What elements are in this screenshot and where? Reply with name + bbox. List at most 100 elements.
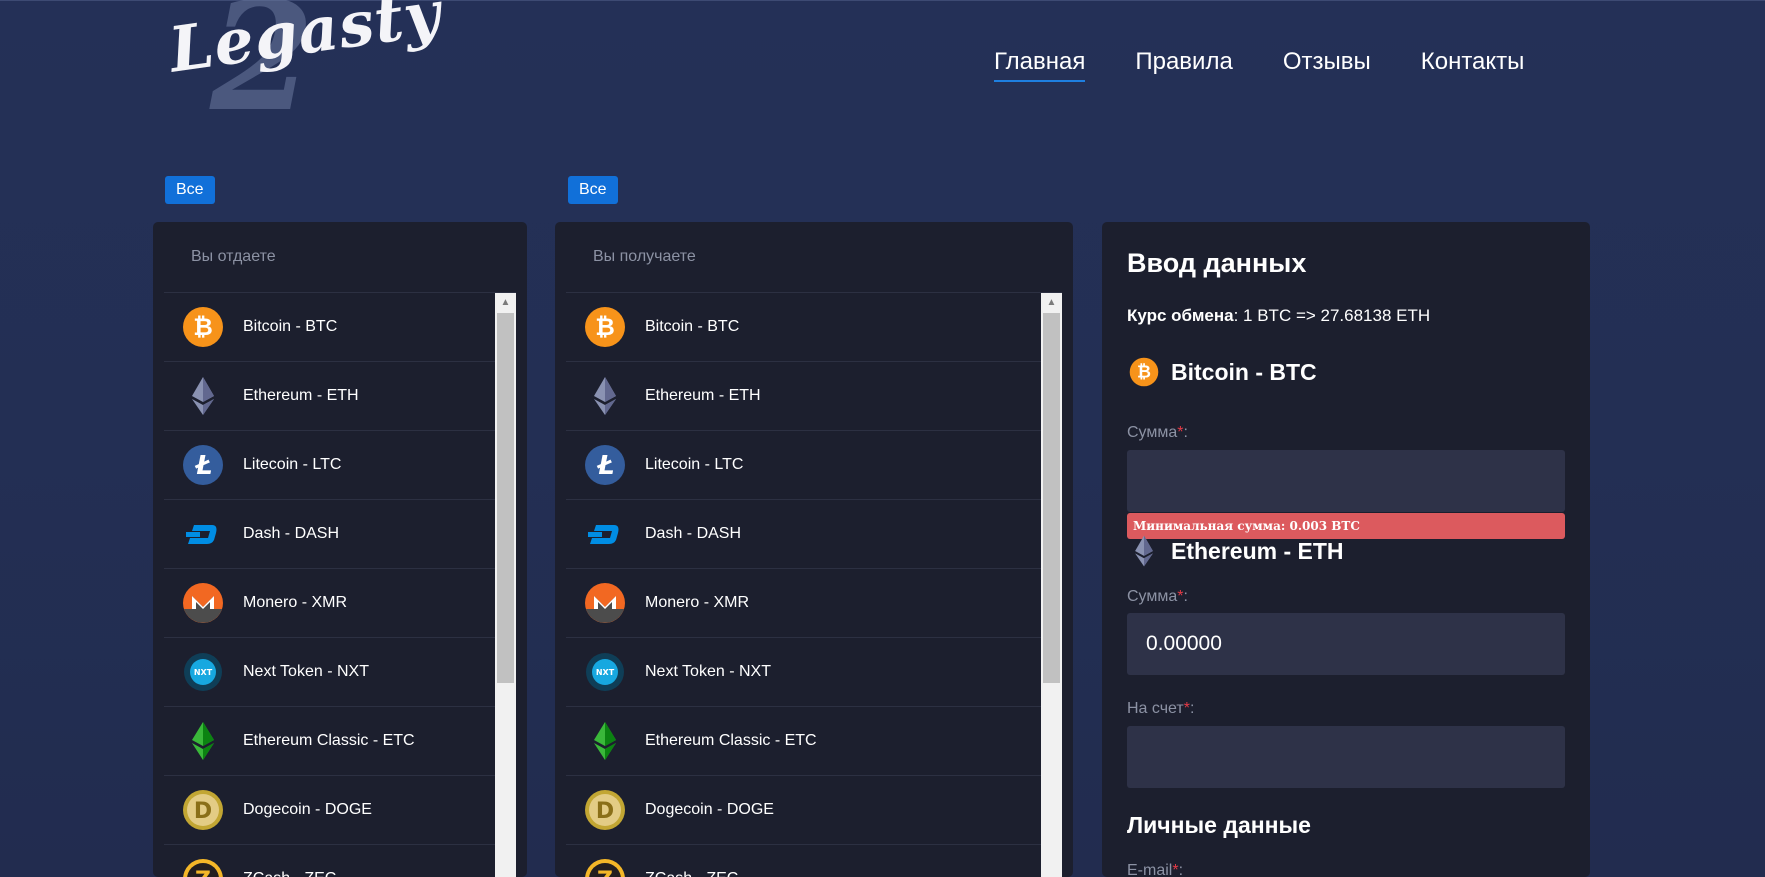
svg-text:Ƶ: Ƶ bbox=[597, 868, 613, 877]
bitcoin-icon: ₿ bbox=[584, 306, 626, 348]
get-list-scroll-thumb[interactable] bbox=[1043, 313, 1060, 683]
svg-text:NXT: NXT bbox=[194, 668, 213, 677]
bitcoin-icon: ₿ bbox=[1127, 355, 1161, 389]
give-coin-row[interactable]: Ƶ ZCash - ZEC bbox=[164, 845, 495, 877]
label-colon: : bbox=[1183, 588, 1188, 605]
coin-label: Litecoin - LTC bbox=[243, 456, 342, 473]
coin-label: Dogecoin - DOGE bbox=[645, 801, 774, 818]
svg-text:₿: ₿ bbox=[193, 313, 213, 341]
get-amount-label-text: Сумма bbox=[1127, 588, 1178, 605]
give-coin-list-viewport: ₿ Bitcoin - BTC Ethereum - ETH Ł Litecoin - … bbox=[164, 293, 516, 877]
coin-label: Litecoin - LTC bbox=[645, 456, 744, 473]
label-colon: : bbox=[1178, 862, 1184, 877]
account-input[interactable] bbox=[1127, 726, 1565, 788]
get-currency-name: Ethereum - ETH bbox=[1171, 537, 1344, 564]
coin-label: Ethereum - ETH bbox=[243, 387, 359, 404]
scroll-up-arrow-icon[interactable]: ▲ bbox=[1041, 295, 1062, 311]
get-panel: Вы получаете ₿ Bitcoin - BTC Ethereum - ET… bbox=[555, 222, 1073, 877]
give-coin-list: ₿ Bitcoin - BTC Ethereum - ETH Ł Litecoin - … bbox=[164, 293, 495, 877]
coin-label: ZCash - ZEC bbox=[645, 870, 738, 877]
ethereum-icon bbox=[182, 375, 224, 417]
email-label-text: E-mail bbox=[1127, 862, 1173, 877]
svg-text:D: D bbox=[194, 799, 212, 824]
coin-label: Monero - XMR bbox=[645, 594, 750, 611]
give-coin-row[interactable]: Ethereum - ETH bbox=[164, 362, 495, 431]
coin-label: Ethereum - ETH bbox=[645, 387, 761, 404]
get-coin-row[interactable]: NXT Next Token - NXT bbox=[566, 638, 1041, 707]
nav-item-contacts[interactable]: Контакты bbox=[1421, 48, 1525, 82]
svg-text:NXT: NXT bbox=[596, 668, 615, 677]
form-title: Ввод данных bbox=[1127, 248, 1307, 278]
account-label: На счет*: bbox=[1127, 700, 1194, 718]
get-coin-row[interactable]: Ƶ ZCash - ZEC bbox=[566, 845, 1041, 877]
main-nav: Главная Правила Отзывы Контакты bbox=[994, 48, 1574, 82]
svg-text:₿: ₿ bbox=[595, 313, 615, 341]
exchange-rate-value: : 1 BTC => 27.68138 ETH bbox=[1233, 306, 1431, 325]
give-coin-row[interactable]: Ł Litecoin - LTC bbox=[164, 431, 495, 500]
ethereum-classic-icon bbox=[182, 720, 224, 762]
coin-label: Monero - XMR bbox=[243, 594, 348, 611]
get-list-scrollbar[interactable]: ▲ bbox=[1041, 293, 1062, 877]
get-coin-row[interactable]: Dash - DASH bbox=[566, 500, 1041, 569]
get-coin-row[interactable]: Monero - XMR bbox=[566, 569, 1041, 638]
give-coin-row[interactable]: Ethereum Classic - ETC bbox=[164, 707, 495, 776]
get-amount-input[interactable] bbox=[1127, 613, 1565, 675]
nxt-icon: NXT bbox=[584, 651, 626, 693]
give-filter-all-button[interactable]: Все bbox=[165, 176, 215, 204]
give-amount-input[interactable] bbox=[1127, 450, 1565, 512]
litecoin-icon: Ł bbox=[584, 444, 626, 486]
svg-text:D: D bbox=[596, 799, 614, 824]
give-amount-label-text: Сумма bbox=[1127, 424, 1178, 441]
monero-icon bbox=[182, 582, 224, 624]
give-list-scroll-thumb[interactable] bbox=[497, 313, 514, 683]
get-coin-row[interactable]: D Dogecoin - DOGE bbox=[566, 776, 1041, 845]
get-amount-label: Сумма*: bbox=[1127, 588, 1188, 606]
give-currency-heading: ₿ Bitcoin - BTC bbox=[1127, 355, 1317, 389]
data-entry-panel: Ввод данных Курс обмена: 1 BTC => 27.681… bbox=[1102, 222, 1590, 877]
scroll-up-arrow-icon[interactable]: ▲ bbox=[495, 295, 516, 311]
give-coin-row[interactable]: ₿ Bitcoin - BTC bbox=[164, 293, 495, 362]
get-coin-row[interactable]: ₿ Bitcoin - BTC bbox=[566, 293, 1041, 362]
give-panel-title: Вы отдаете bbox=[164, 222, 516, 293]
get-filter-all-button[interactable]: Все bbox=[568, 176, 618, 204]
get-coin-row[interactable]: Ethereum - ETH bbox=[566, 362, 1041, 431]
exchange-rate: Курс обмена: 1 BTC => 27.68138 ETH bbox=[1127, 306, 1430, 326]
dogecoin-icon: D bbox=[584, 789, 626, 831]
dash-icon bbox=[182, 513, 224, 555]
label-colon: : bbox=[1183, 424, 1188, 441]
personal-data-title: Личные данные bbox=[1127, 812, 1311, 838]
svg-text:Ł: Ł bbox=[194, 451, 212, 481]
coin-label: Dogecoin - DOGE bbox=[243, 801, 372, 818]
get-coin-row[interactable]: Ł Litecoin - LTC bbox=[566, 431, 1041, 500]
zcash-icon: Ƶ bbox=[182, 858, 224, 877]
give-coin-row[interactable]: D Dogecoin - DOGE bbox=[164, 776, 495, 845]
coin-label: ZCash - ZEC bbox=[243, 870, 336, 877]
ethereum-icon bbox=[584, 375, 626, 417]
nxt-icon: NXT bbox=[182, 651, 224, 693]
get-coin-row[interactable]: Ethereum Classic - ETC bbox=[566, 707, 1041, 776]
label-colon: : bbox=[1189, 700, 1195, 717]
nav-item-home[interactable]: Главная bbox=[994, 48, 1086, 82]
nav-item-reviews[interactable]: Отзывы bbox=[1283, 48, 1371, 82]
ethereum-classic-icon bbox=[584, 720, 626, 762]
give-coin-row[interactable]: Dash - DASH bbox=[164, 500, 495, 569]
litecoin-icon: Ł bbox=[182, 444, 224, 486]
give-list-scrollbar[interactable]: ▲ bbox=[495, 293, 516, 877]
logo[interactable]: 2 Legasty bbox=[165, 0, 446, 132]
get-currency-heading: Ethereum - ETH bbox=[1127, 534, 1344, 568]
svg-text:Ł: Ł bbox=[596, 451, 614, 481]
account-label-text: На счет bbox=[1127, 700, 1184, 717]
coin-label: Dash - DASH bbox=[243, 525, 340, 542]
give-coin-row[interactable]: Monero - XMR bbox=[164, 569, 495, 638]
get-panel-title: Вы получаете bbox=[566, 222, 1062, 293]
dogecoin-icon: D bbox=[182, 789, 224, 831]
nav-item-rules[interactable]: Правила bbox=[1135, 48, 1232, 82]
get-coin-list-viewport: ₿ Bitcoin - BTC Ethereum - ETH Ł Litecoin - … bbox=[566, 293, 1062, 877]
coin-label: Next Token - NXT bbox=[243, 663, 369, 680]
give-coin-row[interactable]: NXT Next Token - NXT bbox=[164, 638, 495, 707]
ethereum-icon bbox=[1127, 534, 1161, 568]
give-amount-label: Сумма*: bbox=[1127, 424, 1188, 442]
email-label: E-mail*: bbox=[1127, 862, 1183, 877]
coin-label: Ethereum Classic - ETC bbox=[645, 732, 817, 749]
coin-label: Ethereum Classic - ETC bbox=[243, 732, 415, 749]
